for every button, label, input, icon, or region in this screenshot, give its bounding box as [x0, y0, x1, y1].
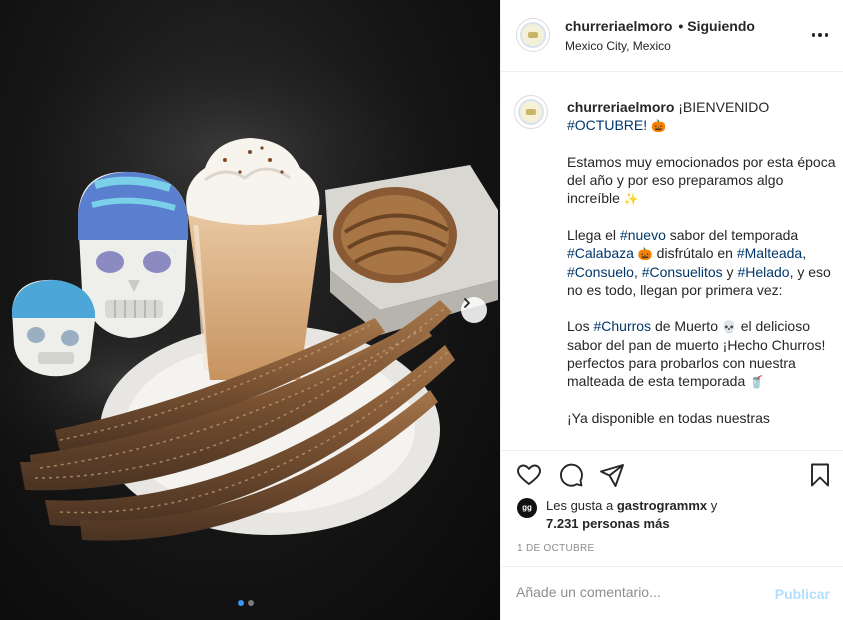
caption-text: ¡Ya disponible en todas nuestras — [567, 410, 770, 426]
heart-icon — [517, 464, 541, 485]
caption-text: Los — [567, 318, 594, 334]
post-photo[interactable] — [0, 0, 500, 620]
caption-text: , — [802, 245, 807, 261]
hashtag-link[interactable]: #OCTUBRE! — [567, 117, 647, 133]
hashtag-link[interactable]: #Calabaza — [567, 245, 634, 261]
more-options-icon[interactable] — [809, 26, 831, 44]
separator-dot: • — [678, 18, 684, 34]
drink-emoji: 🥤 — [749, 375, 765, 389]
chevron-right-icon — [464, 298, 470, 308]
post-caption: churreriaelmoro ¡BIENVENIDO #OCTUBRE! 🎃 … — [567, 98, 837, 445]
hashtag-link[interactable]: #nuevo — [620, 227, 666, 243]
caption-text: ¡BIENVENIDO — [678, 99, 770, 115]
caption-text: Estamos muy emocionados por esta época d… — [567, 154, 836, 206]
hashtag-link[interactable]: #Malteada — [737, 245, 802, 261]
carousel-indicator — [238, 600, 254, 606]
add-comment-bar: Publicar — [501, 566, 843, 620]
pumpkin-emoji: 🎃 — [651, 119, 666, 133]
hashtag-link[interactable]: #Consuelitos — [642, 264, 723, 280]
likes-mid: y — [707, 498, 718, 513]
following-button[interactable]: Siguiendo — [687, 18, 755, 34]
liker-username[interactable]: gastrogrammx — [617, 498, 707, 513]
churros-milkshake-image — [0, 30, 498, 541]
carousel-dot-active — [238, 600, 244, 606]
caption-text: , — [633, 264, 642, 280]
caption-username[interactable]: churreriaelmoro — [567, 99, 674, 115]
comments-section[interactable]: churreriaelmoro ¡BIENVENIDO #OCTUBRE! 🎃 … — [501, 73, 843, 450]
skull-emoji: 💀 — [721, 320, 737, 334]
share-icon — [600, 464, 624, 487]
publish-button[interactable]: Publicar — [775, 586, 830, 602]
bookmark-icon — [811, 463, 829, 487]
post-header: churreriaelmoro • Siguiendo Mexico City,… — [501, 0, 843, 72]
sugar-skull-small — [12, 279, 95, 377]
username-link[interactable]: churreriaelmoro — [565, 18, 672, 34]
share-button[interactable] — [598, 461, 626, 489]
next-photo-button[interactable] — [461, 297, 487, 323]
avatar[interactable] — [516, 18, 550, 52]
likes-count-button[interactable]: 7.231 personas más — [546, 516, 670, 531]
likes-prefix: Les gusta a — [546, 498, 617, 513]
hashtag-link[interactable]: #Churros — [593, 318, 651, 334]
hashtag-link[interactable]: #Consuelo — [567, 264, 634, 280]
caption-text: sabor del temporada — [665, 227, 799, 243]
like-button[interactable] — [515, 461, 543, 489]
post-detail-panel: churreriaelmoro • Siguiendo Mexico City,… — [500, 0, 843, 620]
hashtag-link[interactable]: #Helado — [737, 264, 789, 280]
sparkles-emoji: ✨ — [623, 192, 639, 206]
post-date[interactable]: 1 DE OCTUBRE — [517, 543, 595, 554]
caption-text: de Muerto — [651, 318, 722, 334]
carousel-dot — [248, 600, 254, 606]
caption-text: disfrútalo en — [652, 245, 737, 261]
action-bar — [501, 450, 843, 502]
save-button[interactable] — [806, 461, 834, 489]
caption-text: Llega el — [567, 227, 620, 243]
comment-button[interactable] — [557, 461, 585, 489]
location-link[interactable]: Mexico City, Mexico — [565, 39, 671, 53]
liker-avatar[interactable]: gg — [517, 498, 537, 518]
caption-avatar[interactable] — [514, 95, 548, 129]
pumpkin-emoji: 🎃 — [637, 247, 653, 261]
comment-input[interactable] — [516, 584, 756, 600]
comment-icon — [560, 463, 583, 487]
caption-text: y — [722, 264, 738, 280]
